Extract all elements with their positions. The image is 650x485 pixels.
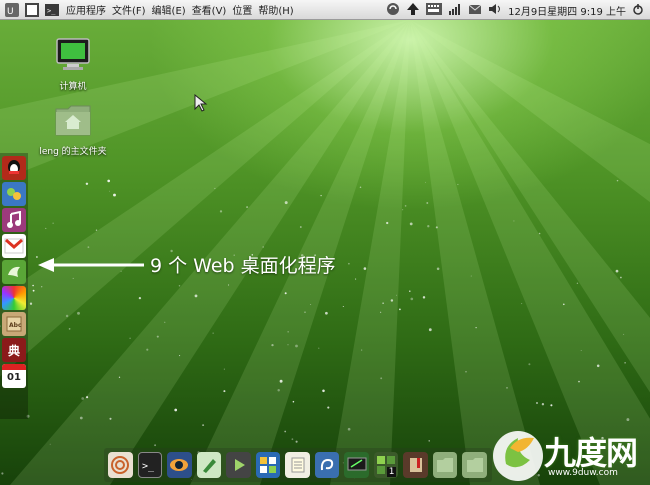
top-panel: U >_ 应用程序 文件(F) 编辑(E) 查看(V) 位置 帮助(H) 12月… — [0, 0, 650, 20]
computer-icon — [56, 38, 90, 70]
system-tray: 12月9日星期四 9:19 上午 — [386, 0, 650, 20]
workspace-badge: 1 — [386, 467, 397, 477]
terminal-dock-icon[interactable]: >_ — [137, 452, 163, 478]
bird-icon[interactable] — [2, 260, 26, 284]
calendar-icon[interactable]: 01 — [2, 364, 26, 388]
gmail-icon[interactable] — [2, 234, 26, 258]
monitor-icon[interactable] — [344, 452, 369, 478]
watermark: 九度网 www.9duw.com — [488, 424, 648, 484]
desktop-icon-label: 计算机 — [59, 82, 87, 92]
notepad-icon[interactable] — [285, 452, 310, 478]
menu-edit[interactable]: 编辑(E) — [152, 2, 186, 17]
svg-text:U: U — [7, 7, 14, 17]
bottom-dock: >_ 1 — [104, 448, 492, 482]
book-icon[interactable] — [403, 452, 428, 478]
distro-logo-icon[interactable]: U — [4, 2, 20, 18]
network-icon[interactable] — [448, 2, 462, 19]
volume-icon[interactable] — [488, 2, 502, 19]
photo-icon[interactable] — [2, 286, 26, 310]
dictionary-icon[interactable]: Abc — [2, 312, 26, 336]
eye-icon[interactable] — [167, 452, 192, 478]
annotation-text: 9 个 Web 桌面化程序 — [150, 255, 336, 277]
home-folder-icon — [55, 105, 91, 136]
spiral-icon[interactable] — [108, 452, 133, 478]
power-icon[interactable] — [632, 3, 644, 18]
clock[interactable]: 12月9日星期四 9:19 上午 — [508, 3, 626, 18]
menu-view[interactable]: 查看(V) — [192, 2, 227, 17]
upload-icon[interactable] — [406, 2, 420, 19]
calendar-day: 01 — [7, 372, 21, 383]
svg-text:>_: >_ — [47, 7, 56, 15]
svg-text:>_: >_ — [142, 461, 155, 472]
music-icon[interactable] — [2, 208, 26, 232]
menu-places[interactable]: 位置 — [232, 2, 252, 17]
pen-icon[interactable] — [196, 452, 222, 478]
watermark-url: www.9duw.com — [548, 468, 618, 478]
mouse-cursor-icon — [194, 94, 208, 112]
grid-icon[interactable] — [255, 452, 281, 478]
launcher-icon[interactable] — [24, 2, 40, 18]
terminal-icon[interactable]: >_ — [44, 2, 60, 18]
menu-file[interactable]: 文件(F) — [112, 2, 146, 17]
chat-icon[interactable] — [2, 182, 26, 206]
dian-label: 典 — [7, 343, 20, 358]
dian-icon[interactable]: 典 — [2, 338, 26, 362]
desktop-icon-computer[interactable]: 计算机 — [33, 38, 113, 92]
desktop-icon-label: leng 的主文件夹 — [39, 147, 107, 157]
keyboard-icon[interactable] — [426, 2, 443, 19]
folder-icon-2[interactable] — [462, 452, 488, 478]
menu-help[interactable]: 帮助(H) — [258, 2, 293, 17]
folder-icon[interactable] — [432, 452, 458, 478]
desktop-icon-home-folder[interactable]: leng 的主文件夹 — [33, 103, 113, 157]
menu-applications[interactable]: 应用程序 — [66, 2, 106, 17]
play-icon[interactable] — [226, 452, 251, 478]
watermark-logo-icon — [493, 431, 543, 481]
swirl-icon[interactable] — [314, 452, 340, 478]
svg-text:Abc: Abc — [9, 322, 22, 329]
update-icon[interactable] — [386, 2, 400, 19]
workspace-icon[interactable]: 1 — [373, 452, 399, 478]
qq-icon[interactable] — [2, 156, 26, 180]
annotation-arrow-icon — [38, 258, 144, 272]
left-dock: Abc 典 01 — [0, 153, 28, 419]
mail-icon[interactable] — [468, 3, 482, 18]
